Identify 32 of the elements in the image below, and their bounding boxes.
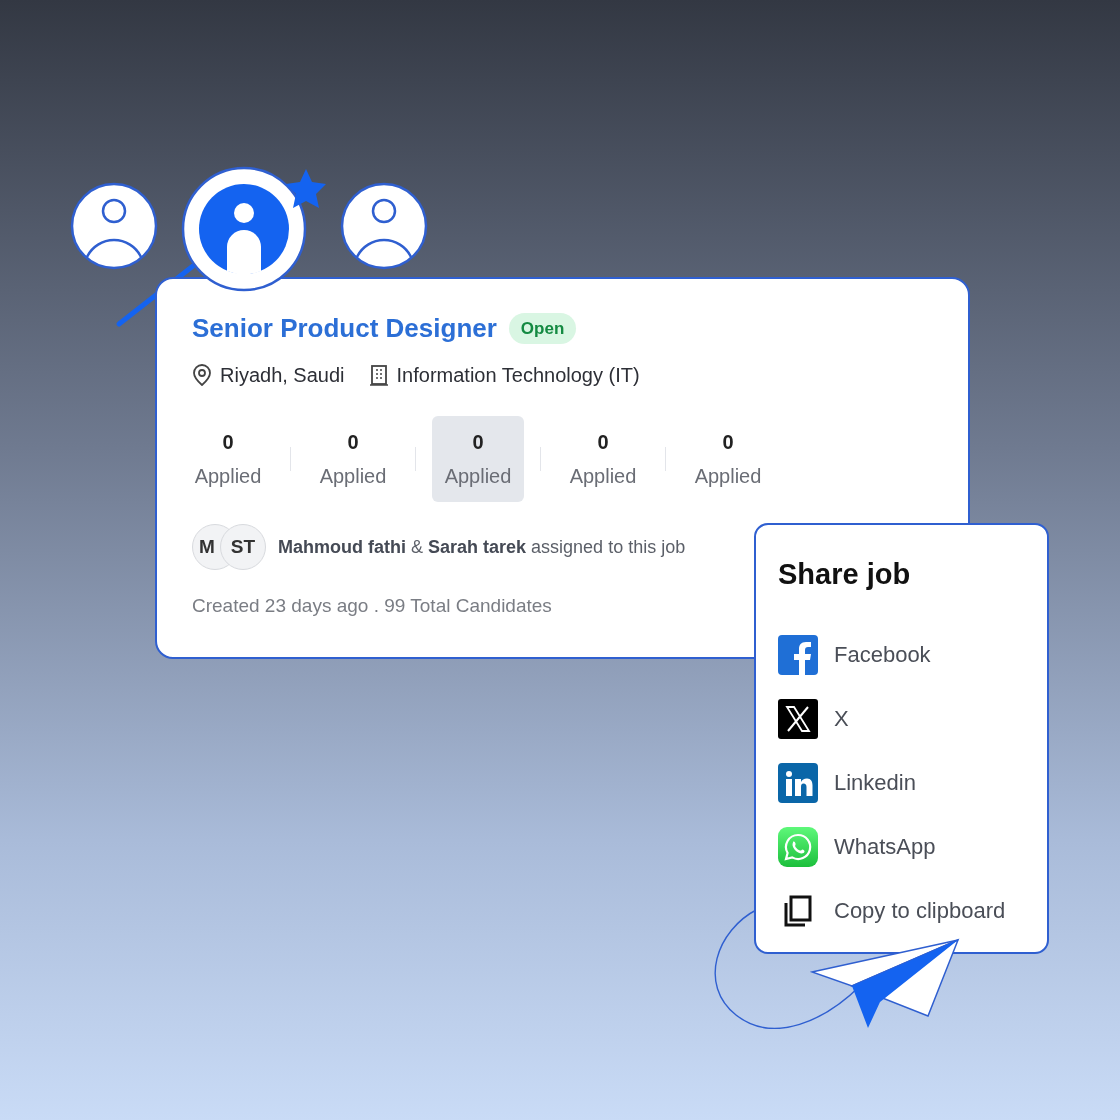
linkedin-icon	[778, 762, 818, 803]
created-info: Created 23 days ago . 99 Total Candidates	[192, 594, 553, 618]
stat-label: Applied	[444, 464, 512, 489]
stat-value: 0	[472, 430, 484, 455]
whatsapp-icon	[778, 826, 818, 867]
stat-value: 0	[347, 430, 359, 455]
initials-avatar: ST	[220, 524, 266, 570]
location-text: Riyadh, Saudi	[220, 363, 345, 388]
share-option[interactable]: Copy to clipboard	[778, 890, 1047, 931]
x-logo-icon	[778, 698, 818, 739]
stat-value: 0	[597, 430, 609, 455]
assignment-text: Mahmoud fathi & Sarah tarek assigned to this job	[278, 535, 686, 559]
industry-text: Information Technology (IT)	[396, 363, 640, 388]
stat-tile[interactable]: 0 Applied	[432, 416, 524, 502]
share-option[interactable]: Facebook	[778, 634, 1047, 675]
facebook-icon	[778, 634, 818, 675]
job-title[interactable]: Senior Product Designer	[192, 309, 497, 348]
location-pin-icon	[192, 364, 212, 386]
stat-value: 0	[722, 430, 734, 455]
share-option[interactable]: X	[778, 698, 1047, 739]
stat-label: Applied	[694, 464, 762, 489]
stat-label: Applied	[569, 464, 637, 489]
user-avatar-icon	[70, 182, 158, 270]
user-avatar-icon	[340, 182, 428, 270]
stat-label: Applied	[194, 464, 262, 489]
building-icon	[368, 364, 389, 386]
share-option[interactable]: Linkedin	[778, 762, 1047, 803]
stat-value: 0	[222, 430, 234, 455]
status-badge: Open	[508, 312, 577, 345]
stat-label: Applied	[319, 464, 387, 489]
share-option[interactable]: WhatsApp	[778, 826, 1047, 867]
share-title: Share job	[778, 557, 912, 592]
